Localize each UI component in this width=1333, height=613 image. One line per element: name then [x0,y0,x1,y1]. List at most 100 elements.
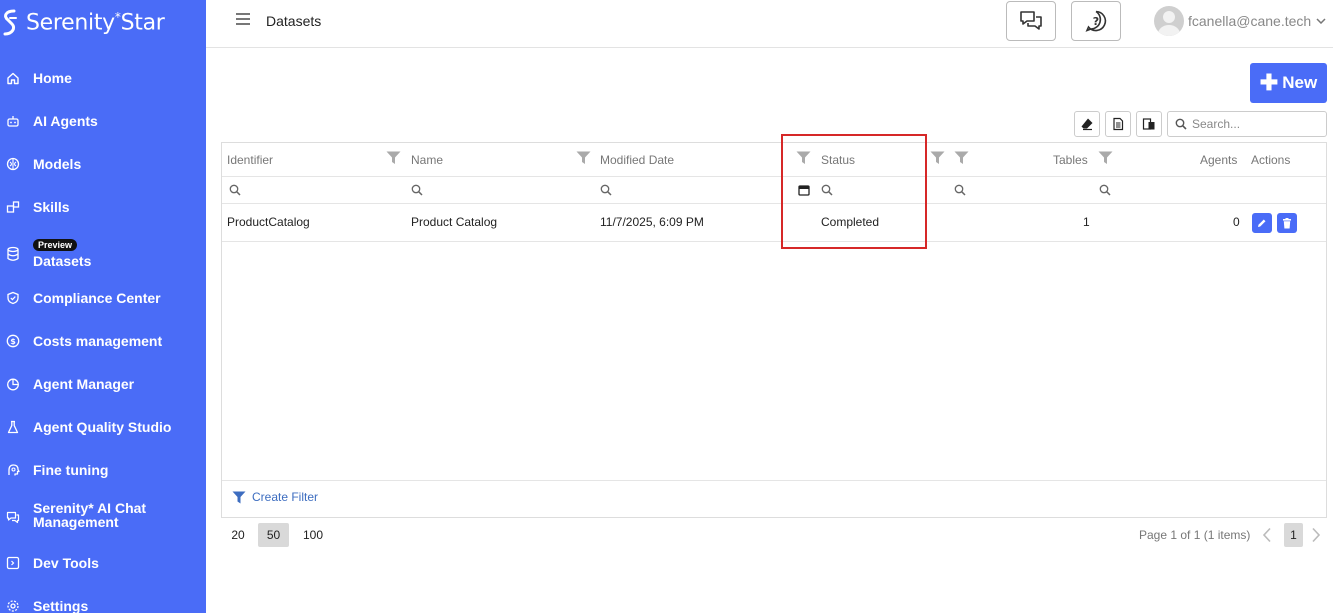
chat-bubbles-icon [1020,11,1042,30]
search-input[interactable] [1192,115,1322,133]
page-number-current[interactable]: 1 [1284,523,1303,547]
pie-chart-icon [5,376,21,392]
new-dataset-button[interactable]: ✚ New [1250,63,1327,103]
sidebar-item-datasets[interactable]: Preview Datasets [0,236,206,276]
sidebar-item-label: Compliance Center [33,290,161,306]
sidebar-item-label: Serenity* AI Chat Management [33,500,147,530]
chat-button[interactable] [1006,1,1056,41]
brain-icon [5,156,21,172]
sidebar: Serenity*Star Home AI Agents Models Skil… [0,0,206,613]
sidebar-item-agent-quality-studio[interactable]: Agent Quality Studio [0,407,206,447]
column-chooser-button[interactable] [1136,111,1162,137]
filter-icon [232,491,246,503]
avatar [1154,6,1184,36]
filter-search-icon[interactable] [229,183,241,201]
chat-icon [5,509,21,525]
filter-search-icon[interactable] [821,183,833,201]
chevron-right-icon[interactable] [1311,527,1321,548]
cell-identifier: ProductCatalog [227,215,310,229]
delete-button[interactable] [1277,213,1297,233]
sidebar-item-dev-tools[interactable]: Dev Tools [0,543,206,583]
svg-text:$: $ [10,337,16,346]
page-info: Page 1 of 1 (1 items) [1139,528,1251,542]
column-header-name[interactable]: Name [411,143,443,177]
serenity-star-logo[interactable]: Serenity*Star [0,6,165,40]
grid-search[interactable] [1167,111,1327,137]
svg-text:?: ? [1093,15,1099,28]
cell-modified-date: 11/7/2025, 6:09 PM [600,215,704,229]
filter-search-icon[interactable] [1099,183,1111,201]
cell-name: Product Catalog [411,215,498,229]
column-header-tables[interactable]: Tables [1053,143,1088,177]
divider [222,203,1326,204]
sidebar-item-skills[interactable]: Skills [0,187,206,227]
dollar-icon: $ [5,333,21,349]
create-filter-button[interactable]: Create Filter [232,490,318,504]
eraser-icon [1081,118,1093,131]
sidebar-item-label: Models [33,156,82,172]
sidebar-item-fine-tuning[interactable]: Fine tuning [0,450,206,490]
edit-button[interactable] [1252,213,1272,233]
divider [222,480,1326,481]
user-menu[interactable]: fcanella@cane.tech [1154,6,1326,36]
sidebar-item-label: Dev Tools [33,555,99,571]
calendar-icon[interactable] [798,183,810,201]
page-size-50[interactable]: 50 [258,523,289,547]
robot-icon [5,113,21,129]
filter-icon[interactable] [576,151,591,170]
column-header-identifier[interactable]: Identifier [227,143,273,177]
plus-icon: ✚ [1259,70,1279,95]
column-header-agents[interactable]: Agents [1200,143,1237,177]
sidebar-item-label: Fine tuning [33,462,109,478]
new-button-label: New [1282,73,1318,92]
create-filter-label: Create Filter [252,490,319,504]
code-icon [5,555,21,571]
sidebar-item-label: Agent Quality Studio [33,419,172,435]
sidebar-item-home[interactable]: Home [0,58,206,98]
help-button[interactable]: ? [1071,1,1121,41]
sidebar-item-label: Agent Manager [33,376,135,392]
sidebar-item-label: Home [33,70,72,86]
column-header-modified-date[interactable]: Modified Date [600,143,674,177]
sidebar-item-chat-management[interactable]: Serenity* AI Chat Management [0,497,206,537]
gear-icon [5,598,21,613]
export-button[interactable] [1105,111,1131,137]
trash-icon [1283,217,1291,228]
divider [222,176,1326,177]
cell-tables: 1 [1083,215,1090,229]
sidebar-item-costs-management[interactable]: $ Costs management [0,321,206,361]
sidebar-item-ai-agents[interactable]: AI Agents [0,101,206,141]
column-header-status[interactable]: Status [821,143,855,177]
filter-icon[interactable] [954,151,969,170]
home-icon [5,70,21,86]
help-icon: ? [1085,10,1107,32]
preview-badge: Preview [33,239,78,251]
database-icon [5,246,21,262]
chevron-left-icon[interactable] [1262,527,1272,548]
brand-suffix: Star [120,10,165,36]
sidebar-item-agent-manager[interactable]: Agent Manager [0,364,206,404]
page-size-20[interactable]: 20 [226,523,250,547]
filter-icon[interactable] [1098,151,1113,170]
filter-icon[interactable] [930,151,945,170]
filter-search-icon[interactable] [954,183,966,201]
cell-status: Completed [821,215,880,229]
sidebar-item-models[interactable]: Models [0,144,206,184]
filter-icon[interactable] [796,151,811,170]
page-size-100[interactable]: 100 [298,523,328,547]
user-email: fcanella@cane.tech [1188,13,1312,29]
page-title: Datasets [266,13,322,29]
filter-search-icon[interactable] [411,183,423,201]
brand-name: Serenity [26,10,115,36]
filter-search-icon[interactable] [600,183,612,201]
serenity-logo-icon [3,9,17,36]
column-chooser-icon [1142,118,1155,130]
column-header-actions: Actions [1251,153,1291,167]
brain-tuning-icon [5,462,21,478]
sidebar-item-compliance-center[interactable]: Compliance Center [0,278,206,318]
menu-toggle-icon[interactable] [236,13,250,27]
chevron-down-icon [1316,18,1326,24]
sidebar-item-settings[interactable]: Settings [0,586,206,613]
filter-icon[interactable] [386,151,401,170]
clear-filters-button[interactable] [1074,111,1100,137]
